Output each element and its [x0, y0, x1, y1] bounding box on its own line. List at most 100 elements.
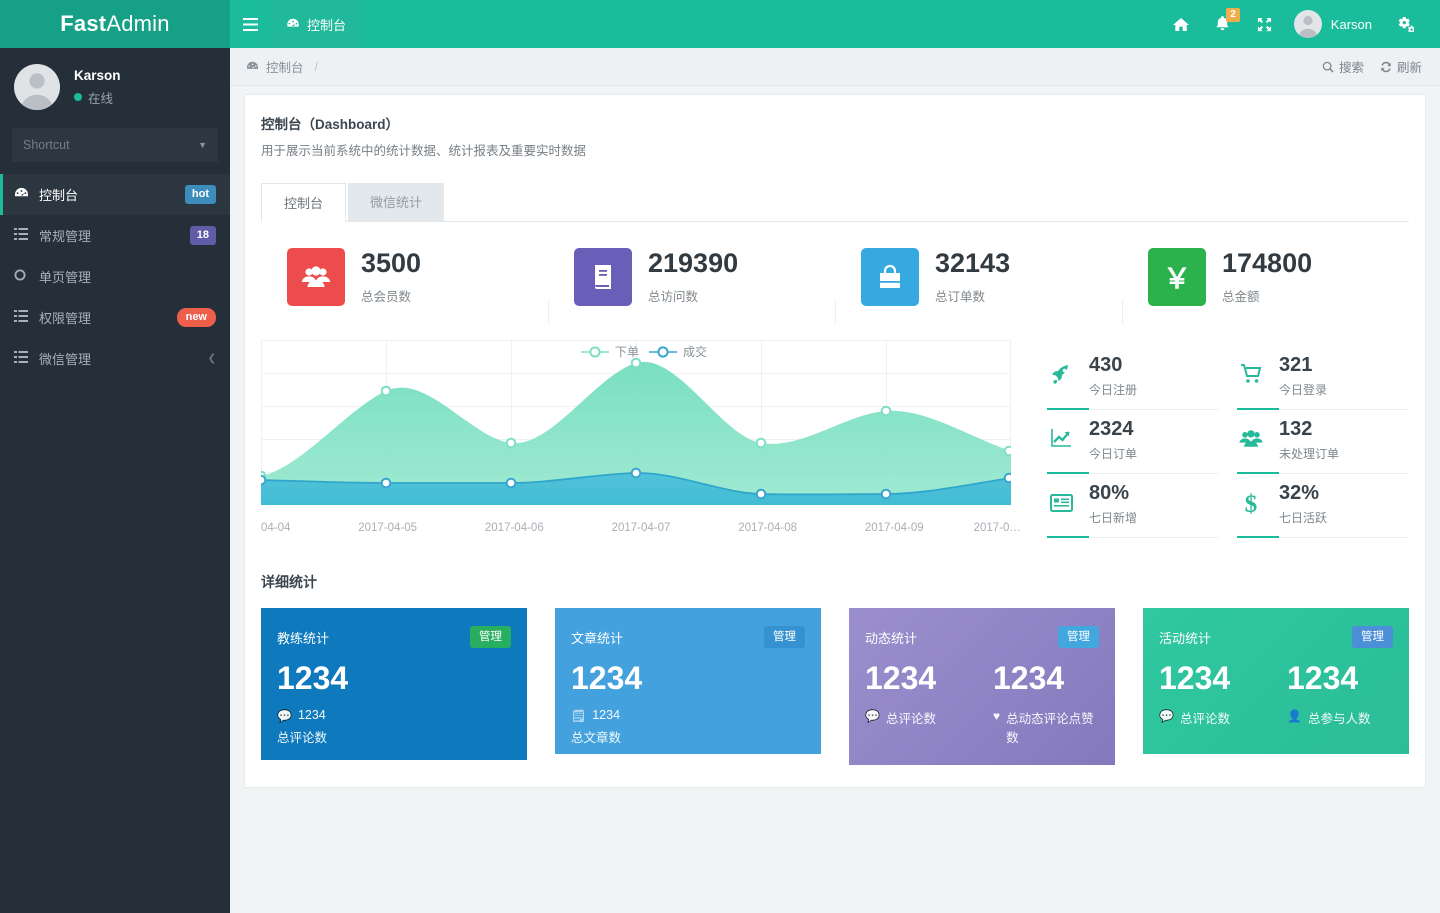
stat-value: 174800: [1222, 249, 1312, 279]
detail-section-title: 详细统计: [261, 572, 1409, 592]
x-tick: 2017-0…: [959, 522, 1021, 534]
sidebar-item-label: 微信管理: [39, 349, 208, 368]
sidebar-item-wechat-management[interactable]: 微信管理 ❮: [0, 338, 230, 379]
detail-card-header: 动态统计 管理: [865, 626, 1099, 648]
quick-stat-pending-orders[interactable]: 132 未处理订单: [1237, 410, 1409, 474]
sidebar-item-general-management[interactable]: 常规管理 18: [0, 215, 230, 256]
notification-badge: 2: [1226, 8, 1240, 22]
settings-button[interactable]: [1384, 0, 1426, 48]
refresh-button[interactable]: 刷新: [1380, 57, 1422, 76]
brand-logo[interactable]: FastAdmin: [0, 0, 230, 48]
detail-card-body: 1234 💬 总评论数 1234 👤 总参与人数: [1159, 662, 1393, 727]
detail-card-dynamic[interactable]: 动态统计 管理 1234 💬 总评论数 1234 ♥: [849, 608, 1115, 765]
quick-stats-grid: 430 今日注册 321 今日登录: [1021, 340, 1409, 538]
detail-card-meta-value: 总参与人数: [1308, 708, 1371, 727]
users-icon: [1237, 428, 1265, 454]
sidebar-avatar: [14, 64, 60, 110]
fullscreen-icon: [1257, 17, 1272, 32]
brand-thin: Admin: [106, 11, 169, 37]
stat-card-amount[interactable]: ￥ 174800 总金额: [1122, 248, 1409, 324]
quick-stat-value: 32%: [1279, 483, 1327, 504]
sidebar-badge-count: 18: [190, 226, 216, 245]
quick-stat-body: 321 今日登录: [1279, 355, 1327, 398]
detail-card-value: 1234: [993, 662, 1099, 696]
notifications-button[interactable]: 2: [1202, 0, 1244, 48]
hamburger-icon: [243, 18, 258, 31]
quick-stat-today-login[interactable]: 321 今日登录: [1237, 346, 1409, 410]
stat-value: 32143: [935, 249, 1010, 279]
stat-label: 总金额: [1222, 286, 1312, 305]
detail-card-meta-value: 1234: [298, 708, 326, 722]
detail-card-column: 1234 ♥ 总动态评论点赞数: [993, 662, 1099, 746]
avatar: [1294, 10, 1322, 38]
manage-button[interactable]: 管理: [470, 626, 511, 648]
home-button[interactable]: [1160, 0, 1202, 48]
detail-card-title: 活动统计: [1159, 628, 1211, 647]
detail-card-meta-value: 总动态评论点赞数: [1006, 708, 1099, 746]
sidebar-item-label: 常规管理: [39, 226, 190, 245]
detail-card-column: 1234 💬 总评论数: [865, 662, 971, 746]
quick-stat-label: 今日订单: [1089, 445, 1137, 462]
stat-card-members[interactable]: 3500 总会员数: [261, 248, 548, 324]
stat-card-orders[interactable]: 32143 总订单数: [835, 248, 1122, 324]
detail-card-value: 1234: [865, 662, 971, 696]
detail-card-meta-value: 1234: [592, 708, 620, 722]
quick-stat-seven-day-new[interactable]: 80% 七日新增: [1047, 474, 1219, 538]
breadcrumb-label[interactable]: 控制台: [266, 57, 304, 76]
detail-card-meta: ♥ 总动态评论点赞数: [993, 708, 1099, 746]
tab-dashboard[interactable]: 控制台: [261, 183, 346, 222]
stat-value: 219390: [648, 249, 738, 279]
article-icon: 🗒: [571, 708, 586, 724]
detail-card-header: 活动统计 管理: [1159, 626, 1393, 648]
sidebar-item-dashboard[interactable]: 控制台 hot: [0, 174, 230, 215]
manage-button[interactable]: 管理: [764, 626, 805, 648]
chart-and-stats-row: 下单 成交 04-04 2017-04-05 2017-04-06 2017-0…: [261, 340, 1409, 538]
cart-icon: [1237, 364, 1265, 390]
tab-wechat-stats[interactable]: 微信统计: [348, 183, 444, 221]
detail-card-sub: 总评论数: [277, 727, 511, 746]
fullscreen-button[interactable]: [1244, 0, 1286, 48]
quick-stat-label: 今日登录: [1279, 381, 1327, 398]
x-tick: 2017-04-07: [579, 522, 703, 534]
stat-card-body: 174800 总金额: [1222, 249, 1312, 305]
chart-legend[interactable]: 下单 成交: [581, 344, 707, 359]
quick-stat-today-orders[interactable]: 2324 今日订单: [1047, 410, 1219, 474]
stat-value: 3500: [361, 249, 421, 279]
yen-icon: ￥: [1148, 248, 1206, 306]
sidebar-toggle-button[interactable]: [230, 0, 270, 48]
detail-card-body: 1234 💬 总评论数 1234 ♥ 总动态评论点赞数: [865, 662, 1099, 746]
chart-x-axis: 04-04 2017-04-05 2017-04-06 2017-04-07 2…: [261, 522, 1021, 534]
search-button[interactable]: 搜索: [1322, 57, 1364, 76]
manage-button[interactable]: 管理: [1352, 626, 1393, 648]
quick-stat-label: 未处理订单: [1279, 445, 1339, 462]
sidebar-badge-hot: hot: [185, 185, 216, 204]
line-chart-icon: [1047, 428, 1075, 454]
dashboard-icon: [246, 61, 259, 72]
quick-stat-seven-day-active[interactable]: $ 32% 七日活跃: [1237, 474, 1409, 538]
dashboard-icon: [286, 17, 300, 31]
dollar-icon: $: [1237, 491, 1265, 519]
detail-card-activity[interactable]: 活动统计 管理 1234 💬 总评论数 1234 👤: [1143, 608, 1409, 754]
online-dot-icon: [74, 93, 82, 101]
list-icon: [14, 310, 39, 325]
sidebar-user-name: Karson: [74, 68, 121, 83]
nav-tab-label: 控制台: [307, 15, 346, 34]
user-menu[interactable]: Karson: [1286, 10, 1384, 38]
detail-card-coach[interactable]: 教练统计 管理 1234 💬 1234 总评论数: [261, 608, 527, 760]
detail-card-column: 1234 👤 总参与人数: [1287, 662, 1393, 727]
shortcut-select[interactable]: Shortcut ▼: [12, 128, 218, 162]
sidebar-badge-new: new: [177, 308, 216, 327]
orders-area-chart[interactable]: 下单 成交 04-04 2017-04-05 2017-04-06 2017-0…: [261, 340, 1021, 538]
nav-tab-dashboard[interactable]: 控制台: [270, 0, 362, 48]
chevron-left-icon: ❮: [208, 353, 216, 364]
detail-card-article[interactable]: 文章统计 管理 1234 🗒 1234 总文章数: [555, 608, 821, 754]
stat-card-visits[interactable]: 219390 总访问数: [548, 248, 835, 324]
summary-stats-row: 3500 总会员数 219390 总访问数 32143: [261, 222, 1409, 330]
quick-stat-today-register[interactable]: 430 今日注册: [1047, 346, 1219, 410]
dashboard-panel: 控制台（Dashboard） 用于展示当前系统中的统计数据、统计报表及重要实时数…: [244, 94, 1426, 788]
detail-card-value: 1234: [571, 662, 805, 696]
quick-stat-value: 80%: [1089, 483, 1137, 504]
manage-button[interactable]: 管理: [1058, 626, 1099, 648]
sidebar-item-single-page[interactable]: 单页管理: [0, 256, 230, 297]
sidebar-item-permission[interactable]: 权限管理 new: [0, 297, 230, 338]
